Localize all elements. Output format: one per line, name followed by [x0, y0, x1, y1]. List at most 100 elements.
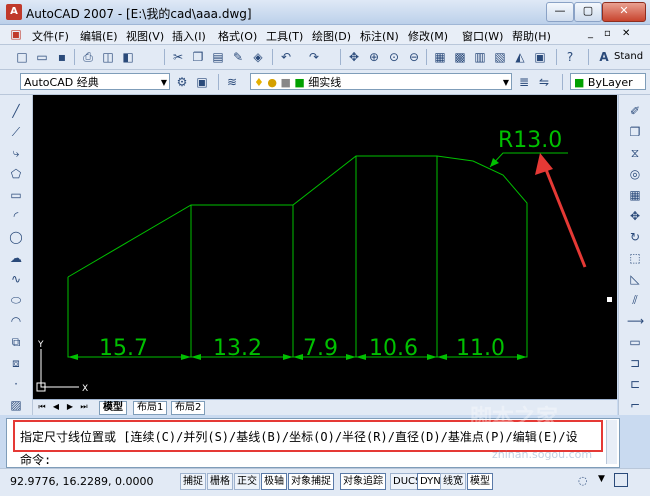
circle-icon[interactable]: ◯	[8, 229, 24, 245]
paste-icon[interactable]: ▤	[210, 49, 226, 65]
rotate-icon[interactable]: ↻	[627, 229, 643, 245]
sheet-set-icon[interactable]: ▧	[492, 49, 508, 65]
menu-insert[interactable]: 插入(I)	[172, 28, 206, 44]
prev-tab-icon[interactable]: ◀	[51, 402, 61, 412]
drawing-area[interactable]: 15.7 13.2 7.9 10.6 11.0 R13.0 Y X	[33, 95, 617, 399]
workspace-settings-icon[interactable]: ⚙	[174, 74, 190, 90]
save-workspace-icon[interactable]: ▣	[194, 74, 210, 90]
copy-icon[interactable]: ❐	[190, 49, 206, 65]
open-file-icon[interactable]: ▭	[34, 49, 50, 65]
extend-icon[interactable]: ⟶	[627, 313, 644, 329]
ellipse-arc-icon[interactable]: ◠	[8, 313, 24, 329]
comm-center-icon[interactable]: ◌	[578, 474, 588, 487]
cut-icon[interactable]: ✂	[170, 49, 186, 65]
break-icon[interactable]: ▭	[627, 334, 643, 350]
workspace-select[interactable]: AutoCAD 经典 ▼	[20, 73, 170, 90]
offset-icon[interactable]: ◎	[627, 166, 643, 182]
command-input[interactable]: 命令:	[20, 451, 51, 468]
dimension-text[interactable]: 7.9	[303, 336, 338, 361]
mirror-icon[interactable]: ⧖	[627, 145, 643, 161]
hatch-icon[interactable]: ▨	[8, 397, 24, 413]
construction-line-icon[interactable]: ⟋	[8, 124, 24, 140]
insert-block-icon[interactable]: ⧉	[8, 334, 24, 350]
snap-toggle[interactable]: 捕捉	[180, 473, 206, 490]
menu-help[interactable]: 帮助(H)	[512, 28, 551, 44]
help-icon[interactable]: ?	[562, 49, 578, 65]
command-scrollbar[interactable]	[606, 420, 617, 464]
design-center-icon[interactable]: ▩	[452, 49, 468, 65]
minimize-button[interactable]: —	[546, 2, 574, 22]
last-tab-icon[interactable]: ⏭	[79, 402, 89, 412]
doc-minimize-icon[interactable]: _	[588, 28, 593, 39]
tool-palettes-icon[interactable]: ▥	[472, 49, 488, 65]
model-toggle[interactable]: 模型	[467, 473, 493, 490]
undo-icon[interactable]: ↶	[278, 49, 294, 65]
layer-previous-icon[interactable]: ⇋	[536, 74, 552, 90]
menu-dimension[interactable]: 标注(N)	[360, 28, 399, 44]
calculator-icon[interactable]: ▣	[532, 49, 548, 65]
polyline-icon[interactable]: ⤷	[8, 145, 24, 161]
dimension-text[interactable]: 11.0	[456, 336, 505, 361]
layer-manager-icon[interactable]: ≋	[224, 74, 240, 90]
menu-window[interactable]: 窗口(W)	[462, 28, 503, 44]
part-outline[interactable]	[67, 155, 528, 358]
text-style-icon[interactable]: A	[596, 49, 612, 65]
doc-restore-icon[interactable]: ▫	[604, 28, 611, 39]
join-icon[interactable]: ⊐	[627, 355, 643, 371]
zoom-previous-icon[interactable]: ⊖	[406, 49, 422, 65]
redo-icon[interactable]: ↷	[306, 49, 322, 65]
clean-screen-icon[interactable]	[614, 473, 628, 487]
make-current-layer-icon[interactable]: ≣	[516, 74, 532, 90]
grid-toggle[interactable]: 栅格	[207, 473, 233, 490]
status-menu-chevron-icon[interactable]: ▼	[598, 474, 605, 484]
make-block-icon[interactable]: ⧈	[8, 355, 24, 371]
menu-modify[interactable]: 修改(M)	[408, 28, 448, 44]
radius-label[interactable]: R13.0	[498, 128, 562, 153]
scale-icon[interactable]: ⬚	[627, 250, 643, 266]
color-select[interactable]: ■ ByLayer	[570, 73, 646, 90]
menu-draw[interactable]: 绘图(D)	[312, 28, 351, 44]
spline-icon[interactable]: ∿	[8, 271, 24, 287]
lineweight-toggle[interactable]: 线宽	[440, 473, 466, 490]
line-icon[interactable]: ╱	[8, 103, 24, 119]
save-icon[interactable]: ▪	[54, 49, 70, 65]
move-icon[interactable]: ✥	[627, 208, 643, 224]
tab-layout1[interactable]: 布局1	[133, 401, 168, 415]
restore-button[interactable]: ▢	[574, 2, 602, 22]
ellipse-icon[interactable]: ⬭	[8, 292, 24, 308]
autocad-app-icon[interactable]: A	[6, 4, 22, 20]
doc-close-icon[interactable]: ✕	[622, 28, 630, 39]
tab-model[interactable]: 模型	[99, 401, 127, 415]
tab-layout2[interactable]: 布局2	[171, 401, 206, 415]
text-style-value[interactable]: Stand	[614, 51, 643, 62]
new-file-icon[interactable]: □	[14, 49, 30, 65]
markup-icon[interactable]: ◭	[512, 49, 528, 65]
publish-icon[interactable]: ◧	[120, 49, 136, 65]
first-tab-icon[interactable]: ⏮	[37, 402, 47, 412]
document-icon[interactable]: ▣	[8, 26, 24, 42]
zoom-realtime-icon[interactable]: ⊕	[366, 49, 382, 65]
fillet-icon[interactable]: ⌐	[627, 397, 643, 413]
coordinate-readout[interactable]: 92.9776, 16.2289, 0.0000	[10, 475, 153, 488]
dimension-text[interactable]: 13.2	[213, 336, 262, 361]
menu-tools[interactable]: 工具(T)	[266, 28, 303, 44]
point-icon[interactable]: ·	[8, 376, 24, 392]
print-icon[interactable]: ⎙	[80, 49, 96, 65]
ortho-toggle[interactable]: 正交	[234, 473, 260, 490]
chamfer-icon[interactable]: ⊏	[627, 376, 643, 392]
dimension-text[interactable]: 15.7	[99, 336, 148, 361]
next-tab-icon[interactable]: ▶	[65, 402, 75, 412]
menu-edit[interactable]: 编辑(E)	[80, 28, 118, 44]
polygon-icon[interactable]: ⬠	[8, 166, 24, 182]
array-icon[interactable]: ▦	[627, 187, 643, 203]
zoom-window-icon[interactable]: ⊙	[386, 49, 402, 65]
polar-toggle[interactable]: 极轴	[261, 473, 287, 490]
osnap-toggle[interactable]: 对象捕捉	[288, 473, 334, 490]
menu-file[interactable]: 文件(F)	[32, 28, 69, 44]
block-editor-icon[interactable]: ◈	[250, 49, 266, 65]
close-button[interactable]: ✕	[602, 2, 646, 22]
copy-object-icon[interactable]: ❐	[627, 124, 643, 140]
menu-view[interactable]: 视图(V)	[126, 28, 164, 44]
grip-handle[interactable]	[607, 297, 612, 302]
stretch-icon[interactable]: ◺	[627, 271, 643, 287]
